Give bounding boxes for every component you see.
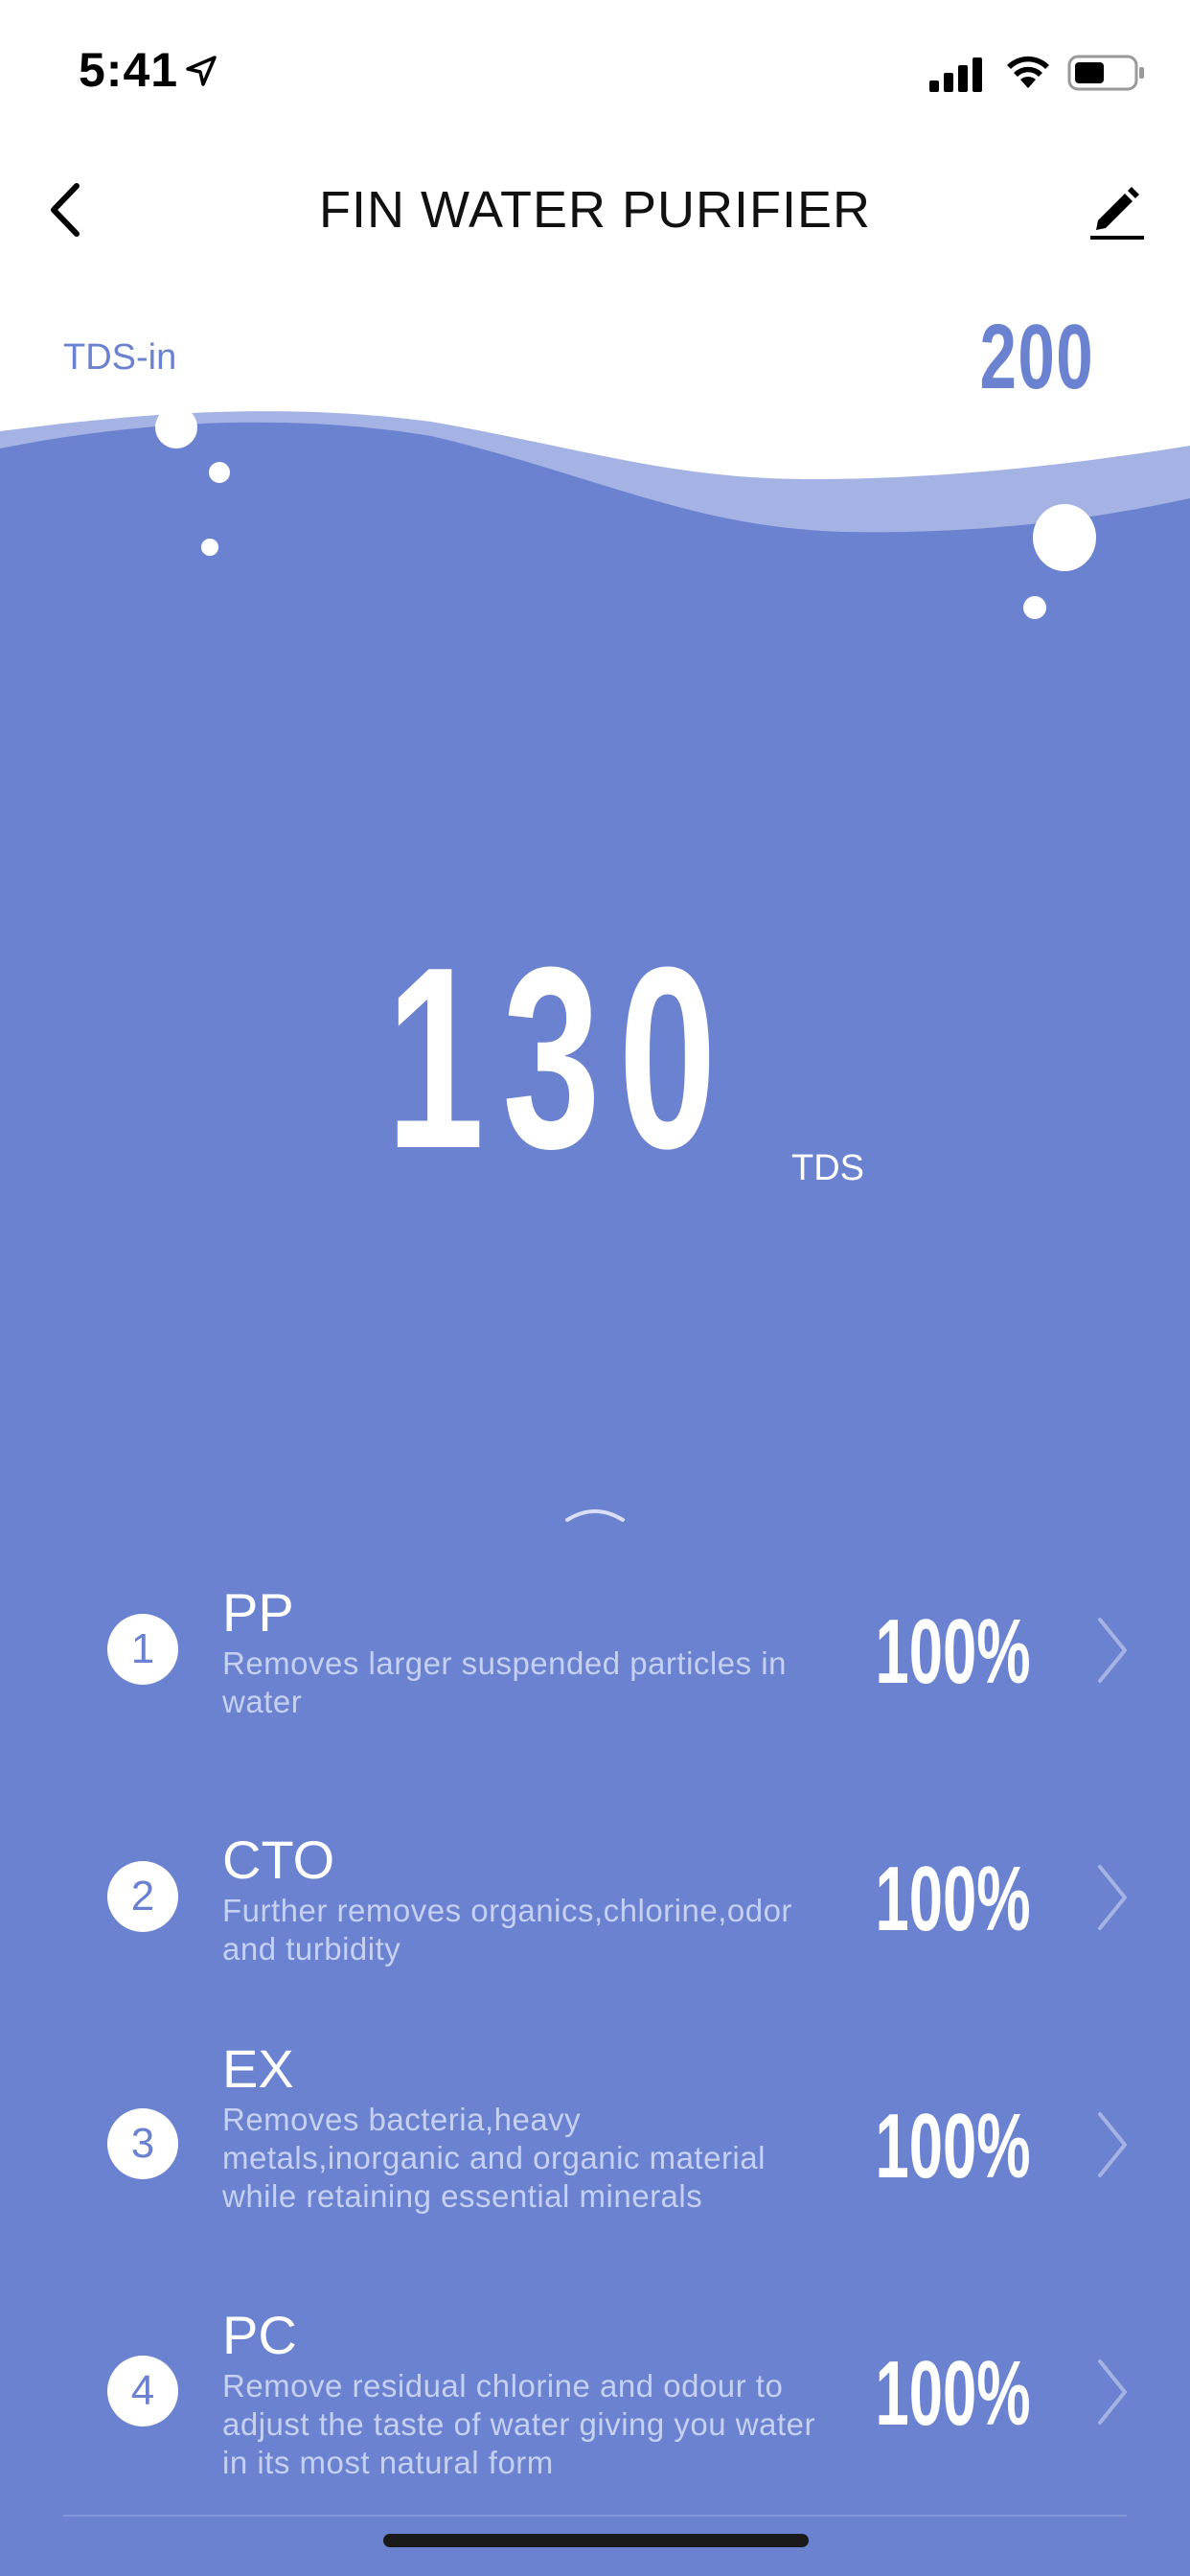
filter-life-percent: 100% [875, 1600, 1031, 1703]
tds-in-label: TDS-in [63, 337, 177, 378]
filter-description: Remove residual chlorine and odour to ad… [222, 2368, 815, 2480]
status-time: 5:41 [79, 43, 179, 97]
home-indicator[interactable] [383, 2534, 809, 2547]
battery-icon [1067, 55, 1144, 91]
filter-item-pc[interactable]: 4 PC Remove residual chlorine and odour … [0, 2275, 1190, 2505]
filter-life-percent: 100% [875, 1848, 1031, 1950]
filter-name: PP [222, 1582, 294, 1643]
filter-life-percent: 100% [875, 2342, 1031, 2445]
filter-description: Removes larger suspended particles in wa… [222, 1645, 787, 1719]
bubble [209, 462, 230, 483]
filter-name: PC [222, 2305, 297, 2365]
filter-number-badge: 4 [107, 2356, 178, 2426]
page-title: FIN WATER PURIFIER [319, 181, 871, 239]
filter-number-badge: 2 [107, 1861, 178, 1932]
chevron-right-icon [1098, 2359, 1127, 2425]
filter-item-ex[interactable]: 3 EX Removes bacteria,heavy metals,inorg… [0, 2028, 1190, 2258]
edit-pencil-icon[interactable] [1088, 182, 1146, 243]
chevron-right-icon [1098, 2112, 1127, 2177]
bubble [155, 406, 197, 448]
filter-number-badge: 1 [107, 1614, 178, 1685]
chevron-right-icon [1098, 1865, 1127, 1930]
bubble [1033, 504, 1096, 571]
bubble [201, 539, 218, 556]
filter-description: Further removes organics,chlorine,odor a… [222, 1893, 792, 1966]
filter-description: Removes bacteria,heavy metals,inorganic … [222, 2102, 766, 2214]
wifi-icon [1007, 56, 1049, 88]
filter-life-percent: 100% [875, 2095, 1031, 2197]
chevron-right-icon [1098, 1618, 1127, 1683]
list-divider [63, 2515, 1127, 2517]
filter-number-badge: 3 [107, 2108, 178, 2179]
chevron-up-icon[interactable] [565, 1501, 625, 1524]
signal-icon [929, 58, 982, 92]
tds-in-value: 200 [979, 306, 1094, 408]
filter-item-cto[interactable]: 2 CTO Further removes organics,chlorine,… [0, 1781, 1190, 2011]
location-arrow-icon [186, 56, 217, 86]
filter-item-pp[interactable]: 1 PP Removes larger suspended particles … [0, 1533, 1190, 1763]
filter-name: EX [222, 2038, 294, 2099]
filter-name: CTO [222, 1829, 335, 1890]
bubble [1023, 596, 1046, 619]
tds-unit: TDS [791, 1148, 864, 1188]
